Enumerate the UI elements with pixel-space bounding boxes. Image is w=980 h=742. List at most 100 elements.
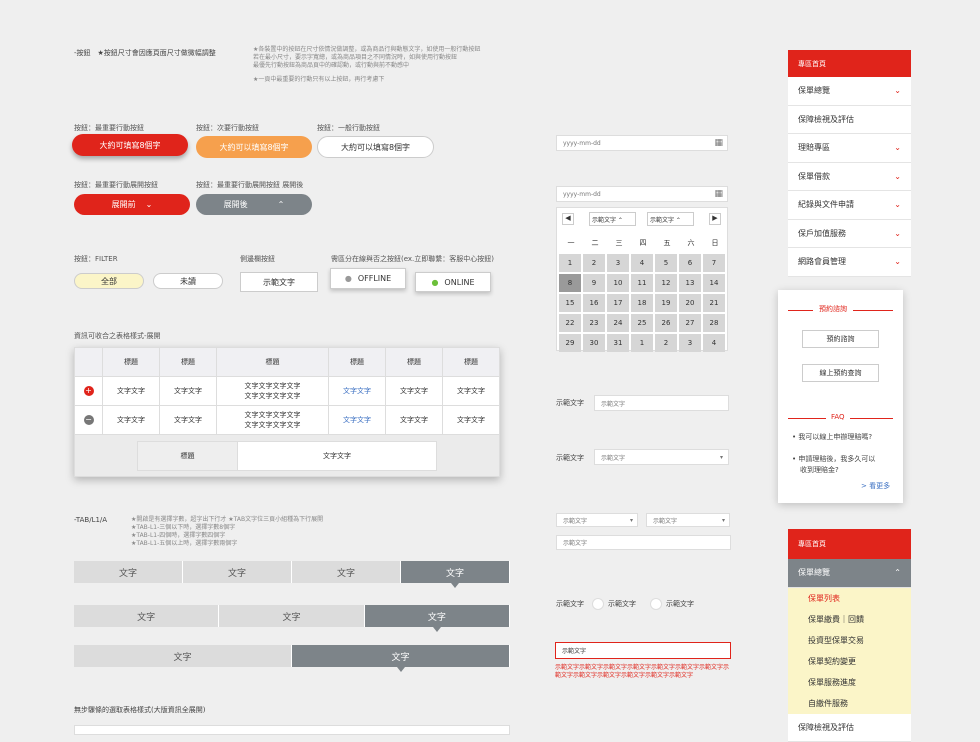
calendar-icon[interactable]: ▦ — [714, 138, 723, 148]
secondary-button[interactable]: 大約可以填寫8個字 — [196, 136, 312, 158]
select-b[interactable]: 示範文字▾ — [646, 513, 730, 527]
next-month-icon[interactable]: ▶ — [709, 213, 721, 225]
tab-active[interactable]: 文字 — [292, 645, 510, 667]
calendar-day[interactable]: 13 — [679, 274, 701, 292]
calendar-day[interactable]: 30 — [583, 334, 605, 352]
collapse-icon[interactable]: − — [75, 406, 103, 435]
general-button[interactable]: 大約可以填寫8個字 — [317, 136, 434, 158]
calendar-day[interactable]: 3 — [679, 334, 701, 352]
submenu-item[interactable]: 保單繳費｜回饋 — [788, 609, 911, 630]
menu-item[interactable]: 保障檢視及評估 — [788, 714, 911, 742]
calendar-day[interactable]: 1 — [559, 254, 581, 272]
tab[interactable]: 文字 — [74, 605, 219, 627]
calendar-day[interactable]: 26 — [655, 314, 677, 332]
calendar-day[interactable]: 22 — [559, 314, 581, 332]
primary-button[interactable]: 大約可填寫8個字 — [72, 134, 188, 156]
side-button[interactable]: 示範文字 — [240, 272, 318, 292]
calendar-day[interactable]: 23 — [583, 314, 605, 332]
filter-unread-button[interactable]: 未讀 — [153, 273, 223, 289]
calendar-day[interactable]: 2 — [655, 334, 677, 352]
calendar-day[interactable]: 17 — [607, 294, 629, 312]
tab[interactable]: 文字 — [74, 645, 292, 667]
faq-item[interactable]: • 申請理賠後，我多久可以 — [792, 454, 875, 464]
calendar-day[interactable]: 8 — [559, 274, 581, 292]
expand-button[interactable]: 展開前⌄ — [74, 194, 190, 215]
date-input[interactable]: yyyy-mm-dd▦ — [556, 135, 728, 151]
calendar-day[interactable]: 14 — [703, 274, 725, 292]
calendar-day[interactable]: 24 — [607, 314, 629, 332]
calendar-day[interactable]: 16 — [583, 294, 605, 312]
chevron-down-icon: ⌄ — [894, 257, 901, 266]
tab-active[interactable]: 文字 — [401, 561, 510, 583]
online-button[interactable]: ●ONLINE — [415, 272, 491, 292]
tabs-notes: ★開啟是有選擇字數，超字出下行才 ★TAB文字位三頁小組種為下行展開 ★TAB-… — [131, 516, 323, 548]
submenu-item[interactable]: 自繳件服務 — [788, 693, 911, 714]
menu-header[interactable]: 專區首頁 — [788, 529, 911, 559]
calendar-day[interactable]: 2 — [583, 254, 605, 272]
error-input[interactable]: 示範文字 — [555, 642, 731, 659]
calendar-day[interactable]: 9 — [583, 274, 605, 292]
offline-button[interactable]: ●OFFLINE — [330, 268, 406, 289]
menu-item-open[interactable]: 保單總覽⌃ — [788, 559, 911, 588]
calendar-day[interactable]: 25 — [631, 314, 653, 332]
table-link[interactable]: 文字文字 — [328, 377, 385, 406]
calendar-icon[interactable]: ▦ — [714, 189, 723, 199]
calendar-day[interactable]: 21 — [703, 294, 725, 312]
online-consult-button[interactable]: 線上預約查詢 — [802, 364, 879, 382]
menu-item[interactable]: 網路會員管理⌄ — [788, 248, 911, 277]
expanded-button[interactable]: 展開後⌃ — [196, 194, 312, 215]
submenu-item[interactable]: 保單服務進度 — [788, 672, 911, 693]
chevron-down-icon: ⌄ — [894, 143, 901, 152]
calendar-day[interactable]: 28 — [703, 314, 725, 332]
select-a[interactable]: 示範文字▾ — [556, 513, 638, 527]
tab[interactable]: 文字 — [219, 605, 364, 627]
year-select[interactable]: 示範文字 ⌃ — [647, 212, 694, 226]
date-input-open[interactable]: yyyy-mm-dd▦ — [556, 186, 728, 202]
calendar-day[interactable]: 20 — [679, 294, 701, 312]
calendar-day[interactable]: 5 — [655, 254, 677, 272]
table-link[interactable]: 文字文字 — [328, 406, 385, 435]
calendar-day[interactable]: 18 — [631, 294, 653, 312]
text-input-2[interactable]: 示範文字 — [556, 535, 731, 550]
submenu-item[interactable]: 投資型保單交易 — [788, 630, 911, 651]
consult-button[interactable]: 預約諮詢 — [802, 330, 879, 348]
more-link[interactable]: > 看更多 — [861, 481, 890, 491]
calendar-day[interactable]: 3 — [607, 254, 629, 272]
calendar-day[interactable]: 29 — [559, 334, 581, 352]
tab[interactable]: 文字 — [292, 561, 401, 583]
month-select[interactable]: 示範文字 ⌃ — [589, 212, 636, 226]
menu-item[interactable]: 保障檢視及評估 — [788, 106, 911, 135]
submenu-item[interactable]: 保單列表 — [788, 588, 911, 609]
calendar-day[interactable]: 15 — [559, 294, 581, 312]
text-input[interactable]: 示範文字 — [594, 395, 729, 411]
calendar-day[interactable]: 11 — [631, 274, 653, 292]
select-field[interactable]: 示範文字▾ — [594, 449, 729, 465]
menu-item[interactable]: 理賠專區⌄ — [788, 134, 911, 163]
menu-header[interactable]: 專區首頁 — [788, 50, 911, 77]
table-row: +文字文字文字文字文字文字文字文字文字文字文字文字文字文字文字文字文字文字 — [75, 377, 500, 406]
menu-item[interactable]: 保單借款⌄ — [788, 163, 911, 192]
calendar-day[interactable]: 1 — [631, 334, 653, 352]
calendar-day[interactable]: 31 — [607, 334, 629, 352]
calendar-day[interactable]: 4 — [703, 334, 725, 352]
menu-item[interactable]: 紀錄與文件申請⌄ — [788, 191, 911, 220]
radio-2[interactable] — [650, 598, 662, 610]
tab[interactable]: 文字 — [74, 561, 183, 583]
menu-item[interactable]: 保單總覽⌄ — [788, 77, 911, 106]
calendar-day[interactable]: 10 — [607, 274, 629, 292]
calendar-day[interactable]: 27 — [679, 314, 701, 332]
filter-all-button[interactable]: 全部 — [74, 273, 144, 289]
calendar-day[interactable]: 12 — [655, 274, 677, 292]
tab-active[interactable]: 文字 — [365, 605, 510, 627]
calendar-day[interactable]: 7 — [703, 254, 725, 272]
menu-item[interactable]: 保戶加值服務⌄ — [788, 220, 911, 249]
expand-icon[interactable]: + — [75, 377, 103, 406]
faq-item[interactable]: • 我可以線上申辦理賠嗎? — [792, 432, 872, 442]
submenu-item[interactable]: 保單契約變更 — [788, 651, 911, 672]
prev-month-icon[interactable]: ◀ — [562, 213, 574, 225]
radio-1[interactable] — [592, 598, 604, 610]
calendar-day[interactable]: 19 — [655, 294, 677, 312]
calendar-day[interactable]: 4 — [631, 254, 653, 272]
calendar-day[interactable]: 6 — [679, 254, 701, 272]
tab[interactable]: 文字 — [183, 561, 292, 583]
